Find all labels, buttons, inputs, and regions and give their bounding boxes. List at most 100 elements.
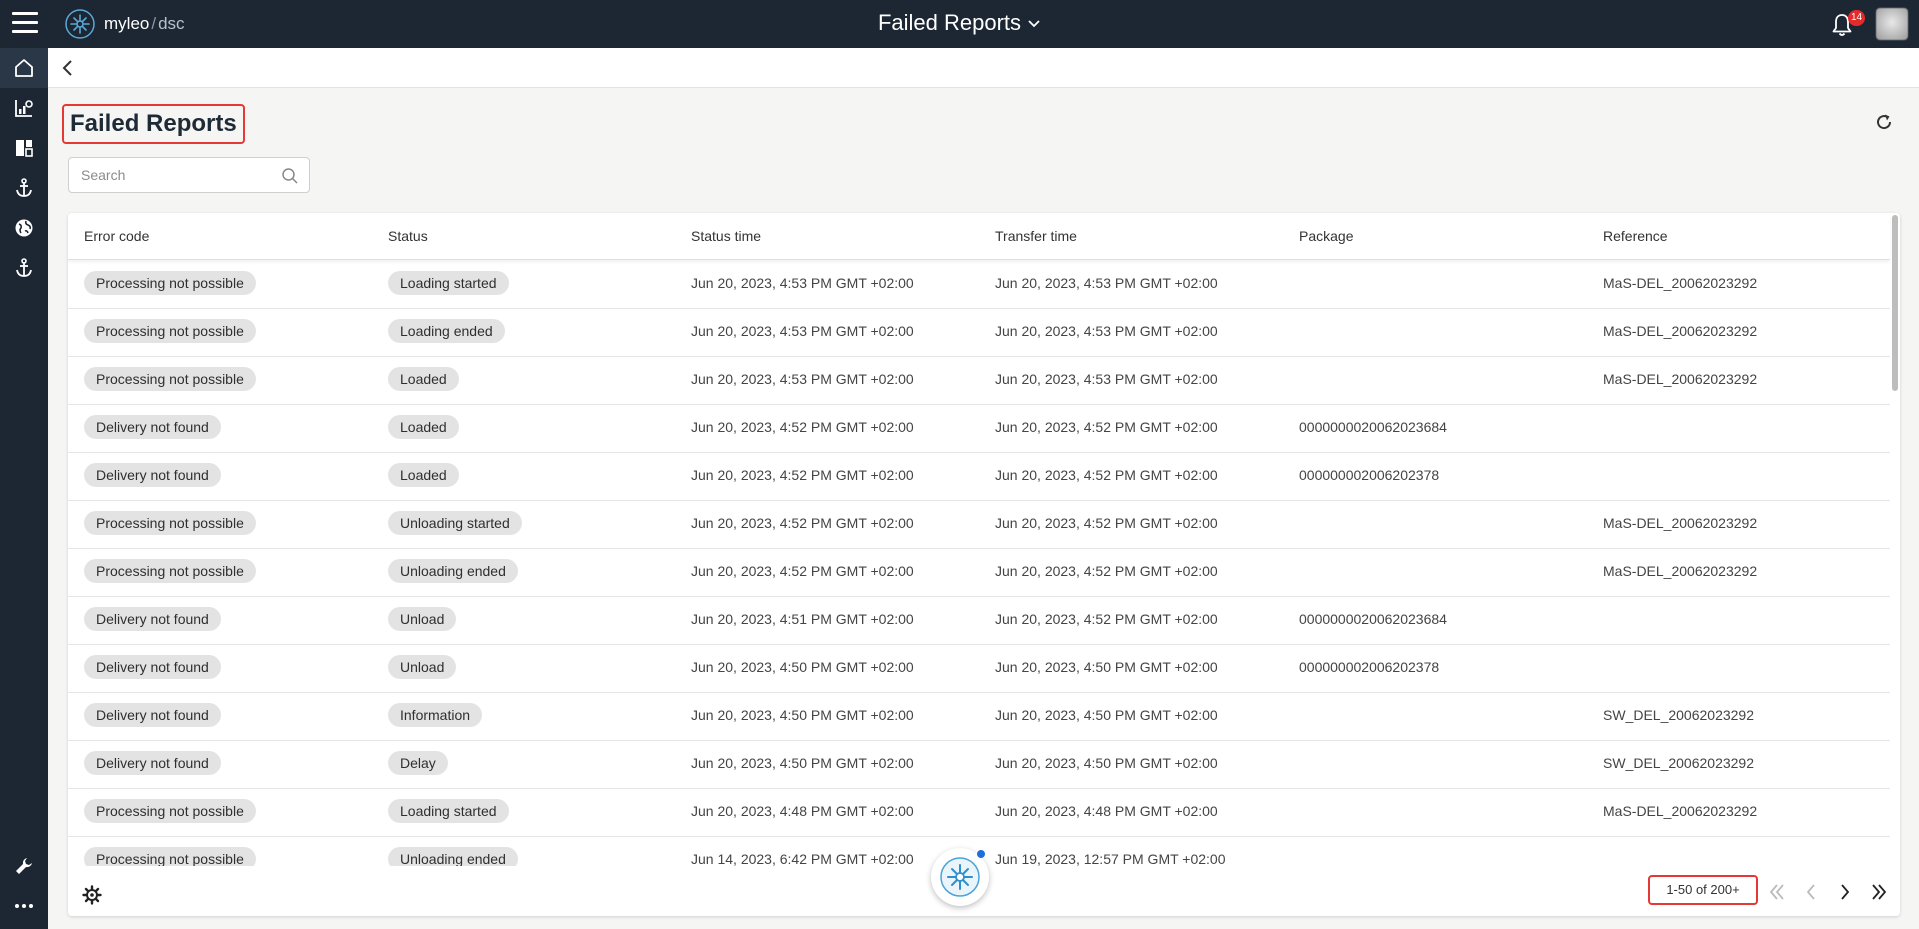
nav-anchor-1[interactable] — [0, 168, 48, 208]
status-chip: Delay — [388, 751, 448, 775]
column-header-status[interactable]: Status — [388, 228, 428, 244]
transfer-time-cell: Jun 19, 2023, 12:57 PM GMT +02:00 — [995, 851, 1226, 866]
reference-cell: MaS-DEL_20062023292 — [1603, 803, 1758, 819]
transfer-time-cell: Jun 20, 2023, 4:52 PM GMT +02:00 — [995, 563, 1218, 579]
nav-tools[interactable] — [0, 846, 48, 886]
transfer-time-cell: Jun 20, 2023, 4:48 PM GMT +02:00 — [995, 803, 1218, 819]
table-row[interactable]: Delivery not found Information Jun 20, 202… — [68, 693, 1890, 741]
column-header-status-time[interactable]: Status time — [691, 228, 761, 244]
vertical-scrollbar[interactable] — [1892, 215, 1898, 391]
table-row[interactable]: Processing not possible Unloading started… — [68, 501, 1890, 549]
pagination-range: 1-50 of 200+ — [1648, 875, 1758, 905]
column-header-package[interactable]: Package — [1299, 228, 1353, 244]
package-cell: 0000000020062023684 — [1299, 419, 1447, 435]
table-row[interactable]: Delivery not found Loaded Jun 20, 2023, 4:… — [68, 453, 1890, 501]
reference-cell: SW_DEL_20062023292 — [1603, 707, 1755, 723]
search-icon[interactable] — [281, 167, 299, 185]
status-time-cell: Jun 14, 2023, 6:42 PM GMT +02:00 — [691, 851, 914, 866]
error-code-chip: Processing not possible — [84, 271, 256, 295]
status-chip: Loaded — [388, 415, 459, 439]
table-row[interactable]: Delivery not found Delay Jun 20, 2023, 4:5… — [68, 741, 1890, 789]
status-chip: Loading ended — [388, 319, 505, 343]
error-code-chip: Delivery not found — [84, 703, 221, 727]
table-row[interactable]: Delivery not found Unload Jun 20, 2023, 4:… — [68, 597, 1890, 645]
error-code-chip: Processing not possible — [84, 559, 256, 583]
reference-cell: MaS-DEL_20062023292 — [1603, 563, 1758, 579]
nav-globe[interactable] — [0, 208, 48, 248]
gear-icon[interactable] — [82, 885, 102, 905]
chevron-down-icon — [1028, 20, 1040, 28]
table-row[interactable]: Delivery not found Loaded Jun 20, 2023, 4:… — [68, 405, 1890, 453]
status-chip: Loaded — [388, 463, 459, 487]
status-time-cell: Jun 20, 2023, 4:48 PM GMT +02:00 — [691, 803, 914, 819]
transfer-time-cell: Jun 20, 2023, 4:50 PM GMT +02:00 — [995, 707, 1218, 723]
status-time-cell: Jun 20, 2023, 4:50 PM GMT +02:00 — [691, 659, 914, 675]
error-code-chip: Delivery not found — [84, 751, 221, 775]
reference-cell: MaS-DEL_20062023292 — [1603, 515, 1758, 531]
table-body: Processing not possible Loading started Ju… — [68, 261, 1890, 866]
package-cell: 000000002006202378 — [1299, 467, 1440, 483]
transfer-time-cell: Jun 20, 2023, 4:52 PM GMT +02:00 — [995, 467, 1218, 483]
error-code-chip: Processing not possible — [84, 367, 256, 391]
error-code-chip: Processing not possible — [84, 847, 256, 866]
column-header-transfer-time[interactable]: Transfer time — [995, 228, 1077, 244]
status-time-cell: Jun 20, 2023, 4:52 PM GMT +02:00 — [691, 419, 914, 435]
nav-more[interactable] — [0, 886, 48, 926]
last-page-icon[interactable] — [1868, 881, 1890, 903]
transfer-time-cell: Jun 20, 2023, 4:50 PM GMT +02:00 — [995, 659, 1218, 675]
app-title: Failed Reports — [0, 10, 1919, 36]
status-time-cell: Jun 20, 2023, 4:53 PM GMT +02:00 — [691, 323, 914, 339]
reference-cell: SW_DEL_20062023292 — [1603, 755, 1755, 771]
nav-dashboard[interactable] — [0, 128, 48, 168]
table-row[interactable]: Processing not possible Loaded Jun 20, 202… — [68, 357, 1890, 405]
transfer-time-cell: Jun 20, 2023, 4:52 PM GMT +02:00 — [995, 419, 1218, 435]
transfer-time-cell: Jun 20, 2023, 4:52 PM GMT +02:00 — [995, 611, 1218, 627]
status-time-cell: Jun 20, 2023, 4:52 PM GMT +02:00 — [691, 515, 914, 531]
column-header-error-code[interactable]: Error code — [84, 228, 149, 244]
reference-cell: MaS-DEL_20062023292 — [1603, 275, 1758, 291]
app-title-dropdown[interactable]: Failed Reports — [878, 10, 1041, 36]
transfer-time-cell: Jun 20, 2023, 4:53 PM GMT +02:00 — [995, 371, 1218, 387]
package-cell: 000000002006202378 — [1299, 659, 1440, 675]
error-code-chip: Processing not possible — [84, 511, 256, 535]
globe-icon — [15, 219, 33, 237]
nav-home[interactable] — [0, 48, 48, 88]
table-row[interactable]: Processing not possible Loading started Ju… — [68, 789, 1890, 837]
status-chip: Unloading ended — [388, 847, 518, 866]
analytics-icon — [15, 100, 33, 117]
first-page-icon[interactable] — [1766, 881, 1788, 903]
column-header-reference[interactable]: Reference — [1603, 228, 1668, 244]
status-chip: Unloading ended — [388, 559, 518, 583]
table-row[interactable]: Processing not possible Loading started Ju… — [68, 261, 1890, 309]
search-box[interactable] — [68, 157, 310, 193]
table-row[interactable]: Processing not possible Loading ended Jun … — [68, 309, 1890, 357]
anchor-icon — [16, 178, 32, 197]
nav-analytics[interactable] — [0, 88, 48, 128]
transfer-time-cell: Jun 20, 2023, 4:53 PM GMT +02:00 — [995, 275, 1218, 291]
table-row[interactable]: Delivery not found Unload Jun 20, 2023, 4:… — [68, 645, 1890, 693]
reports-table: Error code Status Status time Transfer t… — [68, 213, 1900, 916]
error-code-chip: Processing not possible — [84, 799, 256, 823]
error-code-chip: Delivery not found — [84, 463, 221, 487]
sub-header — [48, 48, 1919, 88]
status-chip: Loading started — [388, 271, 509, 295]
home-icon — [15, 59, 33, 77]
assistant-notification-dot — [976, 849, 986, 859]
nav-anchor-2[interactable] — [0, 248, 48, 288]
status-chip: Loading started — [388, 799, 509, 823]
avatar[interactable] — [1876, 8, 1908, 40]
table-header: Error code Status Status time Transfer t… — [68, 213, 1890, 260]
table-row[interactable]: Processing not possible Unloading ended Ju… — [68, 549, 1890, 597]
chevron-left-icon[interactable] — [58, 58, 78, 78]
status-chip: Loaded — [388, 367, 459, 391]
transfer-time-cell: Jun 20, 2023, 4:52 PM GMT +02:00 — [995, 515, 1218, 531]
anchor-icon — [16, 258, 32, 277]
status-chip: Unload — [388, 655, 457, 679]
previous-page-icon[interactable] — [1800, 881, 1822, 903]
error-code-chip: Delivery not found — [84, 607, 221, 631]
transfer-time-cell: Jun 20, 2023, 4:53 PM GMT +02:00 — [995, 323, 1218, 339]
refresh-icon[interactable] — [1874, 112, 1894, 132]
search-input[interactable] — [69, 158, 269, 192]
next-page-icon[interactable] — [1834, 881, 1856, 903]
top-bar: myleo / dsc Failed Reports 14 — [0, 0, 1919, 48]
